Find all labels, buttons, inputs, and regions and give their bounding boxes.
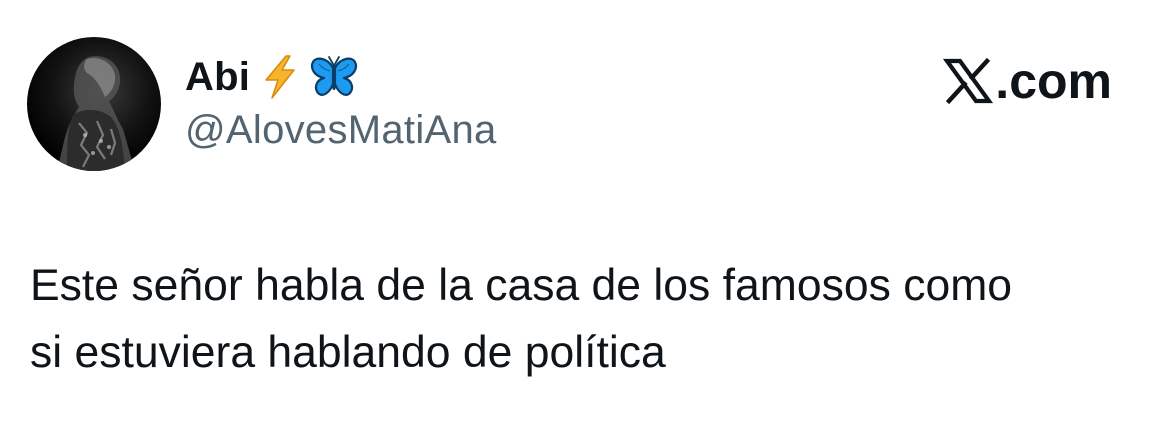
- x-brand-watermark: .com: [943, 52, 1112, 110]
- x-logo-icon: [943, 57, 994, 105]
- brand-domain: .com: [995, 53, 1112, 109]
- blue-butterfly-emoji-icon: [310, 56, 358, 96]
- tweet-text: Este señor habla de la casa de los famos…: [30, 261, 1013, 377]
- avatar-photo: [57, 56, 135, 171]
- author-name-row[interactable]: Abi: [185, 52, 358, 102]
- tweet-card: Abi @AlovesMatiAna .com Este señor habla…: [0, 0, 1170, 439]
- avatar[interactable]: [27, 37, 161, 171]
- display-name[interactable]: Abi: [185, 55, 250, 100]
- high-voltage-emoji-icon: [265, 55, 295, 99]
- author-handle[interactable]: @AlovesMatiAna: [185, 108, 497, 153]
